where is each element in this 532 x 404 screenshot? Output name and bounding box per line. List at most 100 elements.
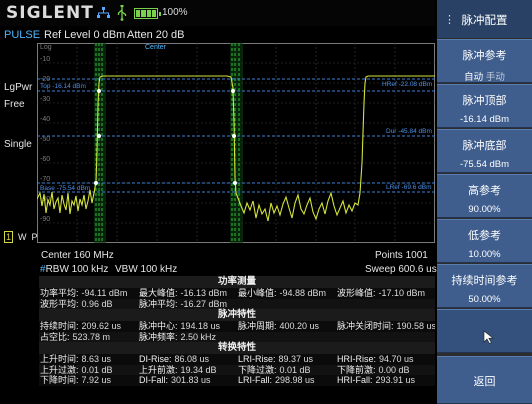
y-tick: -50 (40, 136, 50, 143)
y-tick: -60 (40, 156, 50, 163)
pulse-top-button[interactable]: 脉冲顶部 -16.14 dBm (437, 84, 532, 128)
spectrum-graph[interactable]: Log Center -10 -20 -30 -40 -50 -60 -70 -… (37, 43, 435, 243)
rbw-setting[interactable]: #RBW 100 kHz (40, 264, 108, 275)
table-row: 下降时间: 7.92 us DI-Fall: 301.83 us LRI-Fall: 29… (39, 375, 435, 386)
sweep-time[interactable]: Sweep 600.6 us (365, 264, 437, 275)
measurement-value: 301.83 us (171, 375, 211, 385)
measurement-cell (336, 299, 435, 310)
measurement-label: 最小峰值: (238, 288, 277, 298)
y-tick: -30 (40, 96, 50, 103)
base-ref-label: Base -75.54 dBm (40, 185, 90, 192)
measurement-label: 脉冲平均: (139, 298, 178, 309)
ref-level[interactable]: Ref Level 0 dBm (44, 29, 125, 41)
sweep-single: Single (4, 139, 32, 150)
measurement-label: 波形平均: (40, 298, 79, 309)
top-ref-label: Top -16.14 dBm (40, 83, 86, 90)
brand-logo: SIGLENT (6, 3, 94, 23)
measurement-cell: 占空比: 523.78 m (39, 332, 138, 343)
measurement-value: 8.63 us (81, 354, 112, 364)
measurement-cell: 最小峰值: -94.88 dBm (237, 288, 336, 299)
measurement-cell: 下降前激: 0.00 dB (336, 365, 435, 376)
scale-label: Log (40, 44, 52, 51)
pulse-bottom-button[interactable]: 脉冲底部 -75.54 dBm (437, 129, 532, 173)
y-tick-labels: -10 -20 -30 -40 -50 -60 -70 -80 -90 (40, 56, 50, 223)
measurement-value: 7.92 us (81, 375, 112, 385)
measurement-cell: 功率平均: -94.11 dBm (39, 288, 138, 299)
measurement-cell: HRI-Rise: 94.70 us (336, 354, 435, 365)
measurement-cell: 脉冲平均: -16.27 dBm (138, 299, 237, 310)
high-reference-button[interactable]: 高参考 90.00% (437, 174, 532, 218)
duration-reference-button[interactable]: 持续时间参考 50.00% (437, 264, 532, 308)
measurement-cell (237, 332, 336, 343)
table-row: 占空比: 523.78 m 脉冲频率: 2.50 kHz (39, 331, 435, 343)
measurement-value: -16.13 dBm (180, 288, 228, 298)
section-rows: 功率平均: -94.11 dBm 最大峰值: -16.13 dBm 最小峰值: -94.8… (39, 288, 435, 309)
table-row: 持续时间: 209.62 us 脉冲中心: 194.18 us 脉冲周期: 400.20 … (39, 321, 435, 332)
status-bar: SIGLENT 100% (0, 0, 435, 26)
measurement-value: -94.88 dBm (279, 288, 327, 298)
y-tick: -40 (40, 116, 50, 123)
measurement-label: 占空比: (40, 331, 70, 342)
measurement-cell: DI-Rise: 86.08 us (138, 354, 237, 365)
measurement-cell: 下降过激: 0.01 dB (237, 365, 336, 376)
measurement-label: 脉冲周期: (238, 321, 277, 331)
points-count[interactable]: Points 1001 (375, 250, 428, 261)
low-reference-button[interactable]: 低参考 10.00% (437, 219, 532, 263)
trigger-free: Free (4, 99, 25, 110)
section-title: 功率测量 (39, 276, 435, 288)
center-label: Center (145, 44, 167, 51)
measurement-value: 190.58 us (396, 321, 435, 331)
measurement-label: HRI-Fall: (337, 375, 373, 385)
measurement-label: 脉冲中心: (139, 321, 178, 331)
detector-lgpwr: LgPwr (4, 82, 33, 93)
pulse-bottom-label: 脉冲底部 (462, 140, 507, 152)
attenuation[interactable]: Atten 20 dB (127, 29, 185, 41)
softkey-menu: ⋮ 脉冲配置 脉冲参考 自动 手动 脉冲顶部 -16.14 dBm 脉冲底部 -… (437, 0, 532, 404)
measurement-value: 89.37 us (278, 354, 314, 364)
measurement-cell: 最大峰值: -16.13 dBm (138, 288, 237, 299)
measurement-value: 209.62 us (81, 321, 122, 331)
dur-label: Dur -45.84 dBm (386, 128, 432, 135)
vbw-setting[interactable]: VBW 100 kHz (115, 264, 177, 275)
usb-icon (117, 5, 127, 21)
measurement-cell: LRI-Rise: 89.37 us (237, 354, 336, 365)
measurement-cell: 下降时间: 7.92 us (39, 375, 138, 386)
high-reference-label: 高参考 (468, 185, 501, 197)
measurement-value: 0.01 dB (81, 364, 113, 375)
table-row: 上升过激: 0.01 dB 上升前激: 19.34 dB 下降过激: 0.01 dB 下降前… (39, 364, 435, 376)
measurement-cell (237, 299, 336, 310)
pulse-reference-manual: 手动 (485, 72, 505, 83)
measurement-label: 下降过激: (238, 364, 277, 375)
measurement-value: 94.70 us (379, 354, 414, 364)
measurement-cell: LRI-Fall: 298.98 us (237, 375, 336, 386)
rbw-value: RBW 100 kHz (45, 264, 109, 275)
y-tick: -20 (40, 76, 50, 83)
measurement-label: 下降时间: (40, 375, 79, 385)
measurement-value: 19.34 dB (180, 364, 217, 375)
measurement-cell: 脉冲关闭时间: 190.58 us (336, 321, 435, 332)
measurement-cell: HRI-Fall: 293.91 us (336, 375, 435, 386)
table-row: 波形平均: 0.96 dB 脉冲平均: -16.27 dBm (39, 298, 435, 310)
y-tick: -90 (40, 216, 50, 223)
measurement-label: HRI-Rise: (337, 354, 377, 364)
href-label: HRef -22.08 dBm (382, 81, 432, 88)
measurement-cell: 上升前激: 19.34 dB (138, 365, 237, 376)
measurement-label: 上升时间: (40, 354, 79, 364)
section-rows: 上升时间: 8.63 us DI-Rise: 86.08 us LRI-Rise: 89.… (39, 354, 435, 386)
pulse-bottom-value: -75.54 dBm (459, 159, 510, 170)
trace-number-icon: 1 (4, 231, 14, 243)
table-row: 功率平均: -94.11 dBm 最大峰值: -16.13 dBm 最小峰值: -94.8… (39, 288, 435, 299)
back-button[interactable]: 返回 (437, 356, 532, 404)
measurement-label: 功率平均: (40, 288, 79, 298)
center-frequency[interactable]: Center 160 MHz (41, 250, 114, 261)
trace-mode-w: W (18, 232, 27, 242)
section-rows: 持续时间: 209.62 us 脉冲中心: 194.18 us 脉冲周期: 400.20 … (39, 321, 435, 342)
measurement-value: -16.27 dBm (180, 298, 228, 309)
measurement-table: 功率测量 功率平均: -94.11 dBm 最大峰值: -16.13 dBm 最小峰值: -… (39, 276, 435, 404)
measurement-cell: 脉冲周期: 400.20 us (237, 321, 336, 332)
section-title: 脉冲特性 (39, 309, 435, 321)
measurement-cell: 上升时间: 8.63 us (39, 354, 138, 365)
menu-title: 脉冲配置 (461, 15, 508, 27)
y-tick: -70 (40, 176, 50, 183)
pulse-reference-button[interactable]: 脉冲参考 自动 手动 (437, 39, 532, 83)
